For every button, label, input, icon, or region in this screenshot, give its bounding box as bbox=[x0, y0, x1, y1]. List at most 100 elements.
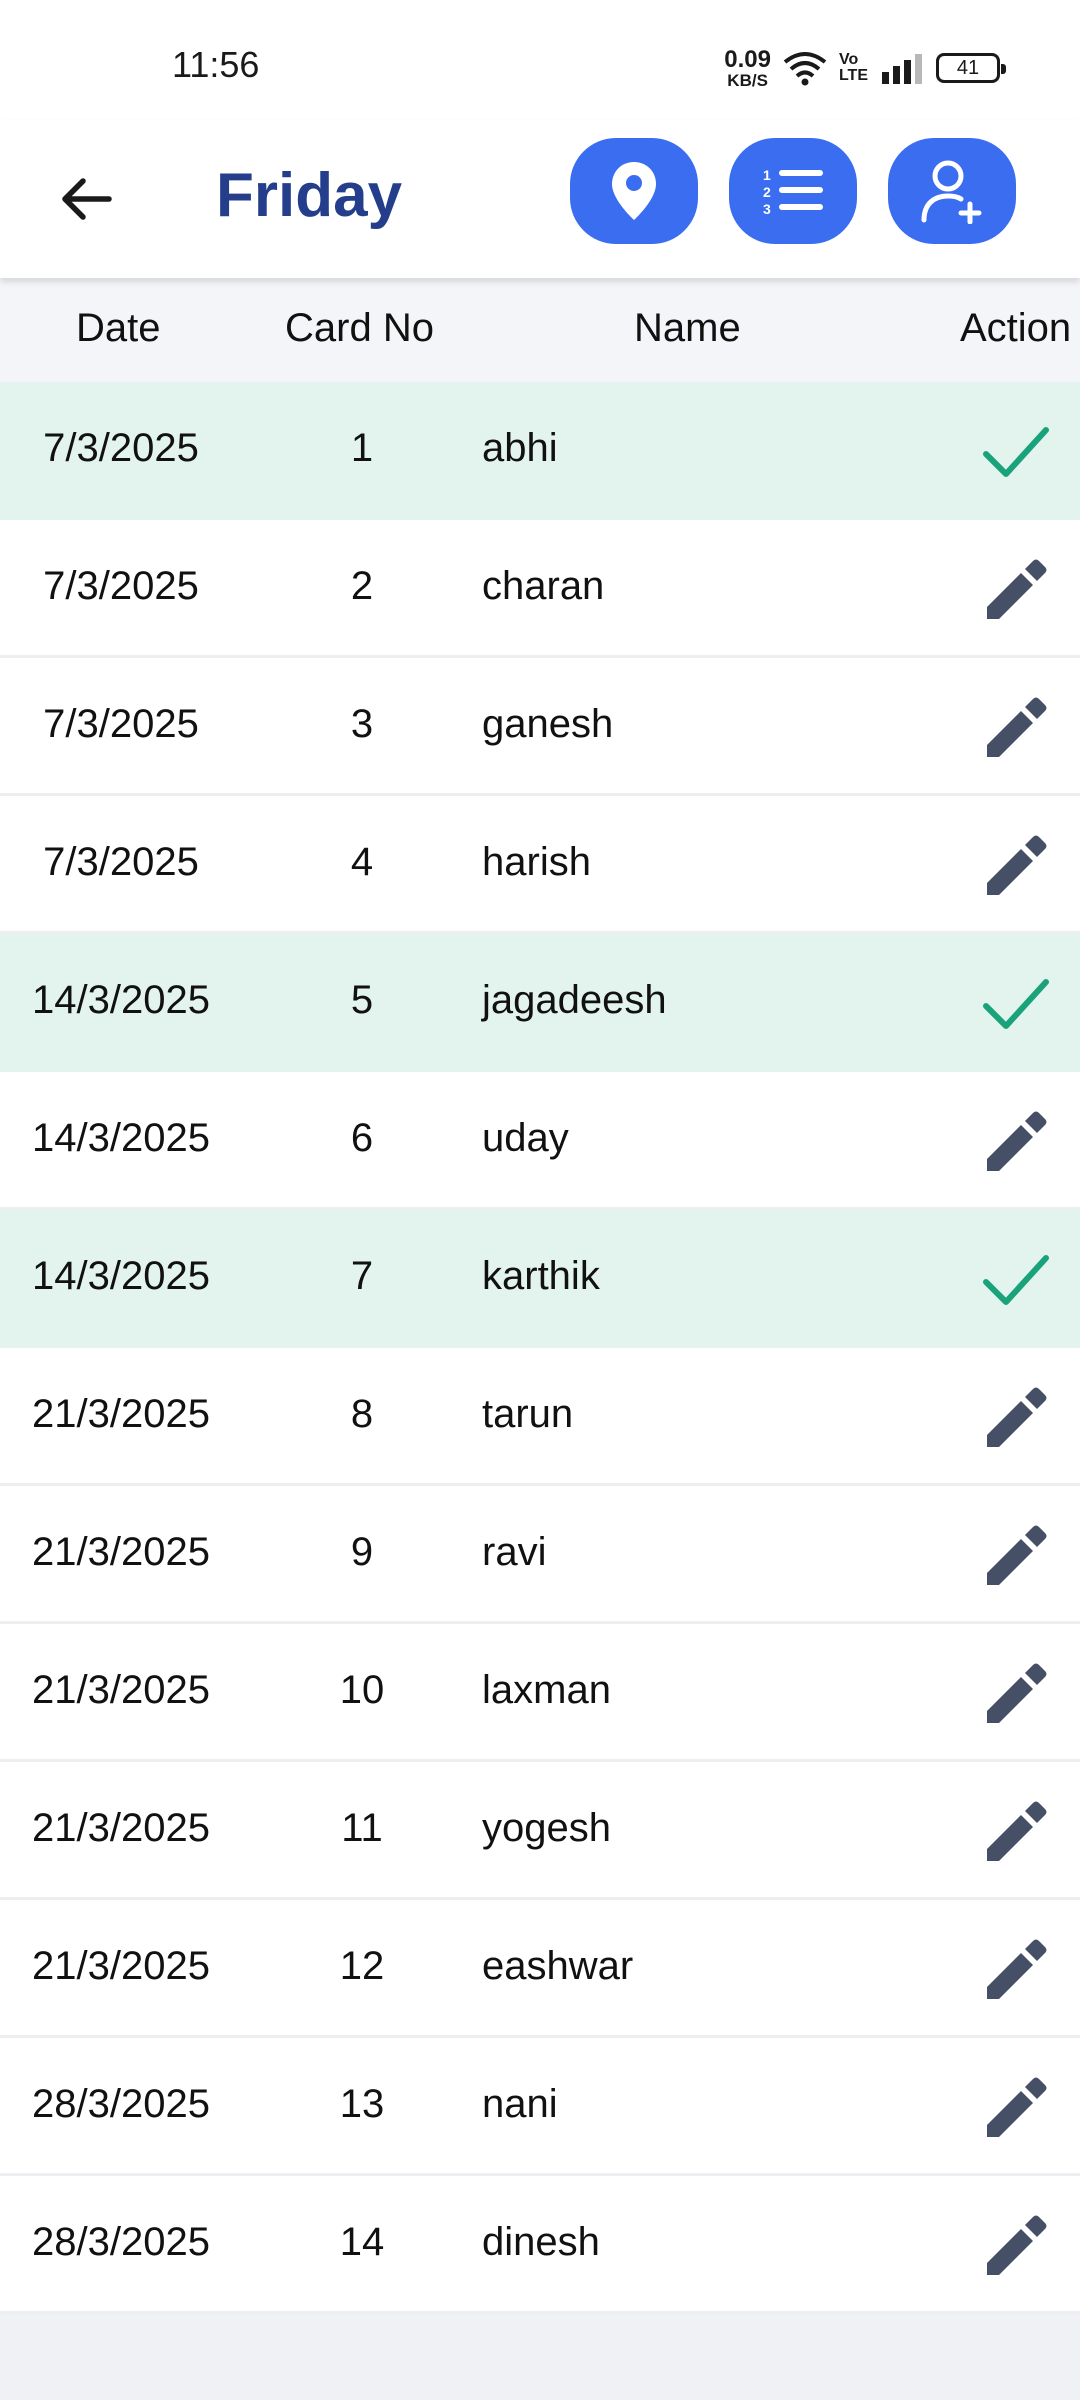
table-body: 7/3/2025 1 abhi 7/3/2025 2 charan 7/3/2025 3 gan… bbox=[0, 382, 1080, 2314]
cell-card-no: 14 bbox=[339, 2220, 385, 2264]
cell-name: ravi bbox=[482, 1530, 547, 1574]
cell-name: yogesh bbox=[482, 1806, 611, 1850]
volte-indicator: Vo LTE bbox=[839, 52, 868, 84]
cell-card-no: 2 bbox=[350, 564, 374, 608]
cell-name: dinesh bbox=[482, 2220, 600, 2264]
check-icon bbox=[980, 1244, 1052, 1316]
network-speed-unit: KB/S bbox=[727, 70, 768, 90]
cell-card-no: 6 bbox=[350, 1116, 374, 1160]
numbered-list-button[interactable]: 1 2 3 bbox=[729, 138, 857, 244]
cell-date: 14/3/2025 bbox=[32, 1254, 210, 1298]
cell-name: uday bbox=[482, 1116, 569, 1160]
cell-name: charan bbox=[482, 564, 605, 608]
svg-text:3: 3 bbox=[763, 201, 771, 217]
status-time: 11:56 bbox=[172, 44, 260, 85]
svg-text:1: 1 bbox=[763, 167, 771, 183]
check-icon bbox=[980, 416, 1052, 488]
edit-pencil-icon[interactable] bbox=[980, 2072, 1052, 2144]
signal-icon bbox=[882, 54, 922, 84]
header-name: Name bbox=[634, 306, 741, 350]
cell-name: ganesh bbox=[482, 702, 614, 746]
table-row: 7/3/2025 4 harish bbox=[0, 796, 1080, 934]
cell-card-no: 13 bbox=[339, 2082, 385, 2126]
edit-pencil-icon[interactable] bbox=[980, 1106, 1052, 1178]
network-speed-value: 0.09 bbox=[724, 45, 771, 73]
cell-name: laxman bbox=[482, 1668, 611, 1712]
cell-name: nani bbox=[482, 2082, 558, 2126]
cell-date: 7/3/2025 bbox=[43, 426, 199, 470]
edit-pencil-icon[interactable] bbox=[980, 1520, 1052, 1592]
cell-card-no: 9 bbox=[350, 1530, 374, 1574]
edit-pencil-icon[interactable] bbox=[980, 830, 1052, 902]
cell-name: eashwar bbox=[482, 1944, 634, 1988]
cell-card-no: 3 bbox=[350, 702, 374, 746]
edit-pencil-icon[interactable] bbox=[980, 554, 1052, 626]
table-row: 7/3/2025 1 abhi bbox=[0, 382, 1080, 520]
add-user-button[interactable] bbox=[888, 138, 1016, 244]
cell-card-no: 7 bbox=[350, 1254, 374, 1298]
table-header: Date Card No Name Action bbox=[0, 278, 1080, 382]
numbered-list-icon: 1 2 3 bbox=[763, 167, 823, 217]
edit-pencil-icon[interactable] bbox=[980, 692, 1052, 764]
header-card-no: Card No bbox=[285, 306, 434, 350]
volte-bottom: LTE bbox=[838, 67, 868, 84]
table-row: 28/3/2025 13 nani bbox=[0, 2038, 1080, 2176]
cell-date: 21/3/2025 bbox=[32, 1392, 210, 1436]
status-icons: 0.09 KB/S Vo LTE 41 bbox=[724, 40, 1006, 96]
table-row: 7/3/2025 3 ganesh bbox=[0, 658, 1080, 796]
edit-pencil-icon[interactable] bbox=[980, 1796, 1052, 1868]
cell-date: 7/3/2025 bbox=[43, 564, 199, 608]
cell-date: 21/3/2025 bbox=[32, 1668, 210, 1712]
edit-pencil-icon[interactable] bbox=[980, 1934, 1052, 2006]
cell-date: 21/3/2025 bbox=[32, 1944, 210, 1988]
cell-card-no: 4 bbox=[350, 840, 374, 884]
edit-pencil-icon[interactable] bbox=[980, 1382, 1052, 1454]
cell-name: karthik bbox=[482, 1254, 600, 1298]
header-date: Date bbox=[76, 306, 161, 350]
network-speed: 0.09 KB/S bbox=[724, 45, 771, 90]
table-row: 21/3/2025 10 laxman bbox=[0, 1624, 1080, 1762]
cell-date: 14/3/2025 bbox=[32, 978, 210, 1022]
back-button[interactable] bbox=[44, 158, 126, 240]
edit-pencil-icon[interactable] bbox=[980, 2210, 1052, 2282]
check-icon bbox=[980, 968, 1052, 1040]
cell-card-no: 12 bbox=[339, 1944, 385, 1988]
cell-date: 7/3/2025 bbox=[43, 702, 199, 746]
add-user-icon bbox=[921, 160, 982, 224]
page-title: Friday bbox=[216, 161, 403, 230]
table-row: 14/3/2025 6 uday bbox=[0, 1072, 1080, 1210]
edit-pencil-icon[interactable] bbox=[980, 1658, 1052, 1730]
battery-indicator: 41 bbox=[936, 53, 1006, 83]
cell-card-no: 10 bbox=[339, 1668, 385, 1712]
app-bar: Friday 1 2 3 bbox=[0, 120, 1080, 278]
cards-table: Date Card No Name Action 7/3/2025 1 abhi 7/… bbox=[0, 278, 1080, 2314]
location-pin-icon bbox=[612, 162, 656, 220]
cell-card-no: 1 bbox=[350, 426, 374, 470]
status-bar: 11:56 0.09 KB/S Vo LTE 41 bbox=[0, 0, 1080, 120]
location-button[interactable] bbox=[570, 138, 698, 244]
cell-date: 28/3/2025 bbox=[32, 2082, 210, 2126]
table-row: 7/3/2025 2 charan bbox=[0, 520, 1080, 658]
cell-card-no: 11 bbox=[341, 1806, 383, 1850]
cell-name: harish bbox=[482, 840, 591, 884]
table-row: 21/3/2025 9 ravi bbox=[0, 1486, 1080, 1624]
header-action: Action bbox=[960, 306, 1072, 350]
table-row: 21/3/2025 12 eashwar bbox=[0, 1900, 1080, 2038]
wifi-icon bbox=[783, 52, 827, 86]
table-row: 21/3/2025 11 yogesh bbox=[0, 1762, 1080, 1900]
cell-name: tarun bbox=[482, 1392, 574, 1436]
cell-card-no: 8 bbox=[350, 1392, 374, 1436]
arrow-left-icon bbox=[62, 178, 112, 220]
cell-date: 14/3/2025 bbox=[32, 1116, 210, 1160]
table-row: 14/3/2025 7 karthik bbox=[0, 1210, 1080, 1348]
cell-card-no: 5 bbox=[350, 978, 374, 1022]
cell-date: 21/3/2025 bbox=[32, 1806, 210, 1850]
svg-text:2: 2 bbox=[763, 184, 771, 200]
cell-name: jagadeesh bbox=[482, 978, 667, 1022]
cell-date: 21/3/2025 bbox=[32, 1530, 210, 1574]
cell-name: abhi bbox=[482, 426, 558, 470]
cell-date: 7/3/2025 bbox=[43, 840, 199, 884]
table-row: 21/3/2025 8 tarun bbox=[0, 1348, 1080, 1486]
table-row: 28/3/2025 14 dinesh bbox=[0, 2176, 1080, 2314]
table-row: 14/3/2025 5 jagadeesh bbox=[0, 934, 1080, 1072]
